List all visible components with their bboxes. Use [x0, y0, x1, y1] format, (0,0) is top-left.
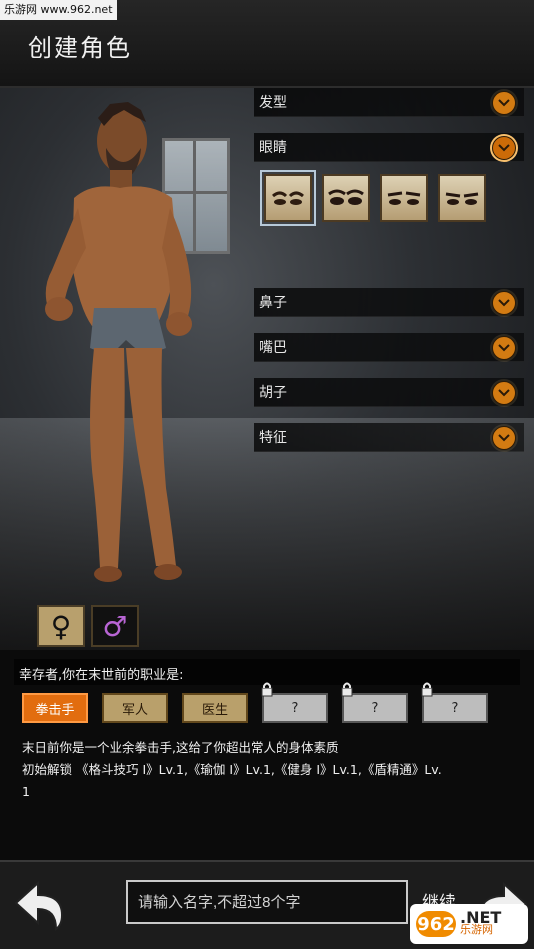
- profession-label: 拳击手: [35, 702, 75, 718]
- name-input[interactable]: [126, 880, 408, 924]
- description-line-2: 初始解锁 《格斗技巧 I》Lv.1,《瑜伽 I》Lv.1,《健身 I》Lv.1,…: [22, 762, 442, 777]
- profession-label: ?: [291, 700, 299, 716]
- chevron-down-icon[interactable]: [492, 426, 516, 450]
- description-line-1: 末日前你是一个业余拳击手,这给了你超出常人的身体素质: [22, 740, 339, 755]
- page-title: 创建角色: [28, 34, 132, 62]
- logo-text: .NET 乐游网: [460, 910, 501, 936]
- profession-label: ?: [451, 700, 459, 716]
- option-eyes[interactable]: 眼睛: [254, 133, 524, 162]
- male-symbol-icon: ♂: [102, 609, 128, 643]
- eye-option-4[interactable]: [438, 174, 486, 222]
- eye-options: [260, 170, 486, 226]
- option-hairstyle[interactable]: 发型: [254, 88, 524, 117]
- profession-buttons: 拳击手 军人 医生 ? ? ?: [22, 682, 488, 723]
- chevron-down-icon[interactable]: [492, 381, 516, 405]
- option-label: 嘴巴: [259, 340, 287, 356]
- option-label: 特征: [259, 430, 287, 446]
- lock-icon: [421, 682, 433, 697]
- logo-mark: 962: [416, 911, 456, 937]
- female-button[interactable]: ♀: [37, 605, 85, 647]
- female-symbol-icon: ♀: [50, 609, 72, 643]
- option-features[interactable]: 特征: [254, 423, 524, 452]
- profession-locked-button[interactable]: ?: [341, 682, 408, 723]
- back-arrow-icon: [14, 880, 64, 931]
- profession-description: 末日前你是一个业余拳击手,这给了你超出常人的身体素质 初始解锁 《格斗技巧 I》…: [22, 737, 512, 803]
- bottom-bar: 继续 962 .NET 乐游网: [0, 860, 534, 949]
- watermark: 乐游网 www.962.net: [0, 0, 117, 20]
- profession-label: ?: [371, 700, 379, 716]
- option-label: 眼睛: [259, 140, 287, 156]
- lock-icon: [341, 682, 353, 697]
- male-button[interactable]: ♂: [91, 605, 139, 647]
- option-beard[interactable]: 胡子: [254, 378, 524, 407]
- chevron-down-icon[interactable]: [492, 291, 516, 315]
- lock-icon: [261, 682, 273, 697]
- chevron-down-icon[interactable]: [492, 336, 516, 360]
- description-line-3: 1: [22, 784, 30, 799]
- site-logo: 962 .NET 乐游网: [410, 904, 528, 944]
- eye-option-2[interactable]: [322, 174, 370, 222]
- option-label: 发型: [259, 95, 287, 111]
- profession-question-text: 幸存者,你在末世前的职业是:: [19, 668, 184, 683]
- gender-selector: ♀ ♂: [37, 605, 139, 647]
- profession-doctor-button[interactable]: 医生: [182, 693, 248, 723]
- character-creation-screen: 乐游网 www.962.net 创建角色 发型 眼睛 鼻子 嘴巴 胡子 特征 ♀…: [0, 0, 534, 949]
- option-label: 鼻子: [259, 295, 287, 311]
- profession-label: 军人: [121, 702, 148, 718]
- profession-locked-button[interactable]: ?: [261, 682, 328, 723]
- logo-text-sub: 乐游网: [460, 923, 493, 936]
- eye-option-1[interactable]: [260, 170, 316, 226]
- character-preview: [45, 102, 192, 582]
- option-mouth[interactable]: 嘴巴: [254, 333, 524, 362]
- back-button[interactable]: [10, 879, 68, 931]
- profession-locked-button[interactable]: ?: [421, 682, 488, 723]
- chevron-down-icon[interactable]: [492, 136, 516, 160]
- eye-option-3[interactable]: [380, 174, 428, 222]
- option-label: 胡子: [259, 385, 287, 401]
- option-nose[interactable]: 鼻子: [254, 288, 524, 317]
- chevron-down-icon[interactable]: [492, 91, 516, 115]
- profession-label: 医生: [201, 702, 228, 718]
- profession-boxer-button[interactable]: 拳击手: [22, 693, 88, 723]
- profession-soldier-button[interactable]: 军人: [102, 693, 168, 723]
- character-body: [45, 102, 192, 582]
